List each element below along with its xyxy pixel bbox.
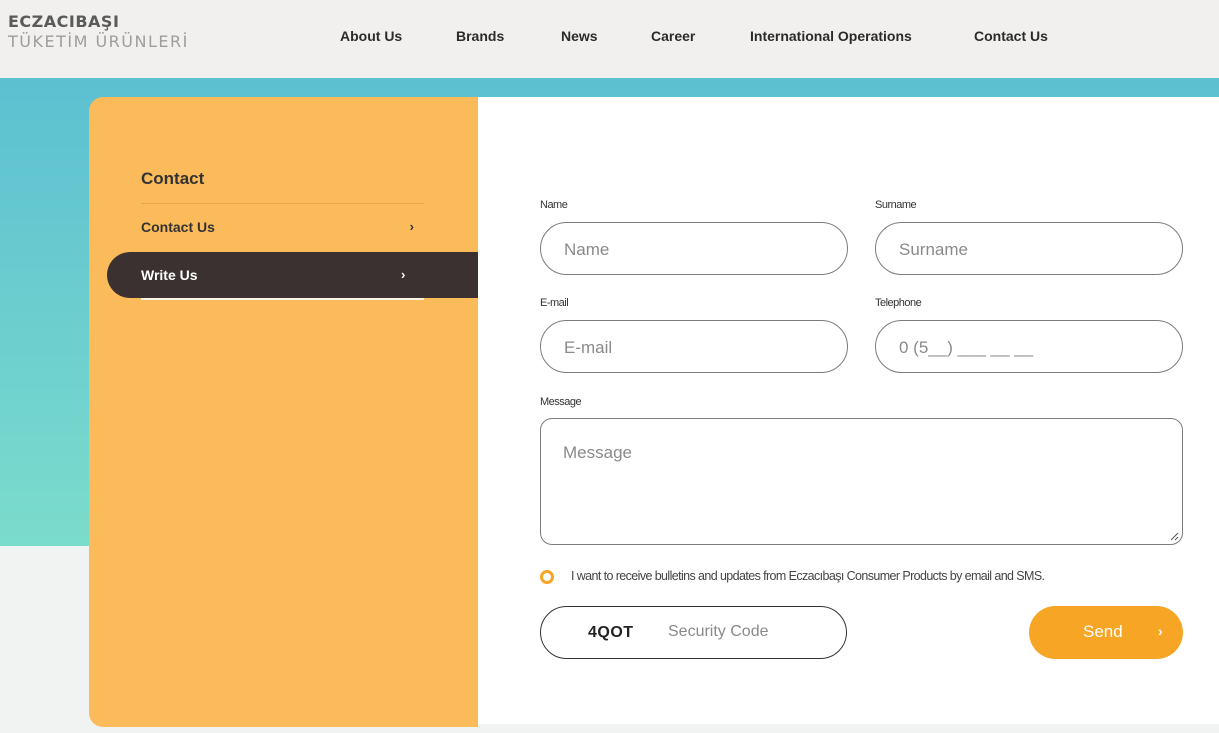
telephone-placeholder: 0 (5__) ___ __ __	[899, 338, 1034, 357]
sidebar-item-write-us[interactable]: Write Us ›	[107, 252, 478, 298]
consent-radio[interactable]	[540, 570, 554, 584]
sidebar-divider	[141, 203, 424, 204]
sidebar-divider	[141, 298, 424, 300]
brand-logo[interactable]: ECZACIBAŞI TÜKETİM ÜRÜNLERİ	[8, 14, 189, 50]
logo-line-2: TÜKETİM ÜRÜNLERİ	[8, 32, 189, 51]
telephone-field[interactable]: 0 (5__) ___ __ __	[875, 320, 1183, 373]
chevron-right-icon: ›	[401, 267, 406, 282]
captcha-code: 4QOT	[588, 624, 634, 641]
telephone-label: Telephone	[875, 297, 922, 309]
logo-line-1: ECZACIBAŞI	[8, 12, 120, 31]
sidebar-item-contact-us[interactable]: Contact Us ›	[141, 219, 424, 241]
surname-field[interactable]: Surname	[875, 222, 1183, 275]
name-label: Name	[540, 199, 568, 211]
message-label: Message	[540, 396, 582, 408]
resize-grip-icon[interactable]	[1169, 531, 1179, 541]
nav-contact-us[interactable]: Contact Us	[974, 28, 1048, 44]
security-code-placeholder: Security Code	[668, 623, 769, 640]
consent-text: I want to receive bulletins and updates …	[571, 569, 1045, 583]
nav-about-us[interactable]: About Us	[340, 28, 402, 44]
site-header: ECZACIBAŞI TÜKETİM ÜRÜNLERİ About Us Bra…	[0, 0, 1219, 78]
sidebar-item-label: Contact Us	[141, 219, 215, 235]
message-textarea[interactable]: Message	[540, 418, 1183, 545]
surname-label: Surname	[875, 199, 917, 211]
sidebar-title: Contact	[141, 169, 205, 188]
sidebar-item-label: Write Us	[141, 267, 198, 283]
nav-international-operations[interactable]: International Operations	[750, 28, 912, 44]
message-placeholder: Message	[563, 443, 632, 462]
email-field[interactable]: E-mail	[540, 320, 848, 373]
email-label: E-mail	[540, 297, 569, 309]
name-field[interactable]: Name	[540, 222, 848, 275]
contact-sidebar: Contact Contact Us › Write Us ›	[89, 97, 478, 727]
nav-career[interactable]: Career	[651, 28, 695, 44]
chevron-right-icon: ›	[1158, 623, 1163, 639]
nav-brands[interactable]: Brands	[456, 28, 504, 44]
name-placeholder: Name	[564, 240, 610, 259]
nav-news[interactable]: News	[561, 28, 598, 44]
surname-placeholder: Surname	[899, 240, 968, 259]
chevron-right-icon: ›	[409, 219, 414, 234]
send-button[interactable]: Send ›	[1029, 606, 1183, 659]
email-placeholder: E-mail	[564, 338, 613, 357]
security-code-field[interactable]: 4QOT Security Code	[540, 606, 847, 659]
send-button-label: Send	[1083, 622, 1123, 641]
